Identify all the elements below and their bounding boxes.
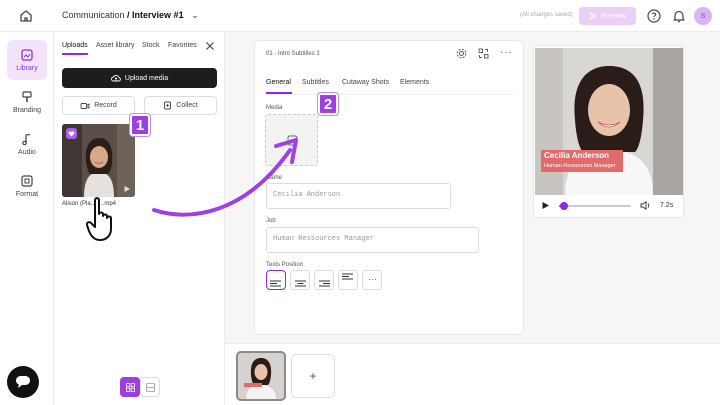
heart-icon [68,131,75,136]
library-icon [21,49,33,61]
video-title[interactable]: Interview #1 [132,10,184,20]
align-top-left-icon [342,273,353,280]
more-positions-button[interactable]: ··· [362,270,382,290]
rail-label-audio: Audio [18,149,36,156]
align-right-icon [319,280,330,287]
align-left-top-button[interactable] [338,270,358,290]
add-scene-button[interactable]: + [291,354,335,398]
format-icon [21,175,33,187]
scene-title[interactable]: 01 - Intro Subtitles 1 [266,51,320,57]
list-view-toggle[interactable] [140,377,160,397]
align-center-icon [295,280,306,287]
tab-uploads[interactable]: Uploads [62,42,88,49]
user-avatar[interactable]: S [694,7,712,25]
music-note-icon [22,133,31,146]
upload-media-button[interactable]: Upload media [62,68,217,88]
rail-label-library: Library [16,65,38,72]
chat-bubble-icon [16,376,30,388]
save-status: (All changes saved) [520,12,573,18]
collect-button[interactable]: Collect [144,96,217,115]
chevron-down-icon[interactable]: ⌄ [191,10,199,21]
align-left-bottom-button[interactable] [266,270,286,290]
step-badge-2: 2 [318,93,338,115]
play-icon [590,12,598,20]
subtab-elements[interactable]: Elements [400,79,429,86]
grid-icon [125,382,135,392]
timeline-clip[interactable] [236,351,286,401]
breadcrumb[interactable]: Communication / Interview #1 ⌄ [62,10,199,21]
cloud-upload-icon [110,75,121,82]
top-bar: Communication / Interview #1 ⌄ (All chan… [0,0,720,32]
home-icon[interactable] [18,8,34,24]
chat-support-button[interactable] [7,366,39,398]
more-options-icon: ··· [368,274,377,284]
settings-gear-icon[interactable] [456,48,467,59]
lower-third-job: Human Ressources Manager [541,162,623,172]
video-camera-icon [80,102,90,109]
playback-progress-track[interactable] [559,202,631,210]
rail-label-format: Format [15,191,39,198]
rail-label-branding: Branding [12,107,42,114]
swap-layout-icon[interactable] [478,48,489,59]
tab-stock[interactable]: Stock [142,42,160,49]
breadcrumb-separator: / [124,10,133,20]
rail-item-library[interactable]: Library [7,40,47,80]
upload-media-label: Upload media [124,74,169,82]
align-left-icon [270,280,281,287]
lower-third-name: Cecilia Anderson [541,150,623,162]
more-options-icon[interactable]: ··· [500,47,513,58]
volume-icon[interactable] [640,201,651,210]
video-duration: 7.2s [660,202,674,209]
rail-item-branding[interactable]: Branding [7,82,47,122]
step-badge-1: 1 [130,114,150,136]
help-icon[interactable] [646,8,662,24]
texts-position-label: Texts Position [266,262,304,268]
record-button[interactable]: Record [62,96,135,115]
hand-pointer-icon [86,197,112,241]
subtab-general[interactable]: General [266,79,291,86]
branding-icon [22,91,32,102]
close-icon[interactable] [205,41,215,51]
align-right-bottom-button[interactable] [314,270,334,290]
media-label: Media [266,105,283,111]
tab-favorites[interactable]: Favorites [168,42,197,49]
preview-label: Preview [601,12,626,20]
video-frame-image [535,48,683,195]
list-icon [145,382,155,392]
subtab-subtitles[interactable]: Subtitles [302,79,329,86]
tab-asset-library[interactable]: Asset library [96,42,135,49]
video-preview[interactable] [535,48,683,195]
preview-button[interactable]: Preview [579,7,636,25]
collect-icon [164,101,172,110]
bell-icon[interactable] [671,8,687,24]
play-icon[interactable] [541,201,550,210]
active-subtab-underline [266,92,292,94]
subtab-divider [266,94,514,95]
project-name[interactable]: Communication [62,10,125,20]
job-field[interactable]: Human Ressources Manager [266,227,479,253]
tutorial-arrow [152,138,298,217]
align-center-bottom-button[interactable] [290,270,310,290]
collect-label: Collect [176,102,198,109]
playback-scrubber[interactable] [559,202,568,210]
left-rail: Library Branding Audio Format [0,32,54,405]
play-icon[interactable] [123,185,131,193]
rail-item-audio[interactable]: Audio [7,124,47,164]
tab-underline [62,53,88,55]
grid-view-toggle[interactable] [120,377,140,397]
favorite-heart-badge[interactable] [66,128,77,139]
subtab-cutaway-shots[interactable]: Cutaway Shots [342,79,389,86]
clip-thumbnail-image [238,353,284,399]
rail-item-format[interactable]: Format [7,166,47,206]
record-label: Record [94,102,117,109]
